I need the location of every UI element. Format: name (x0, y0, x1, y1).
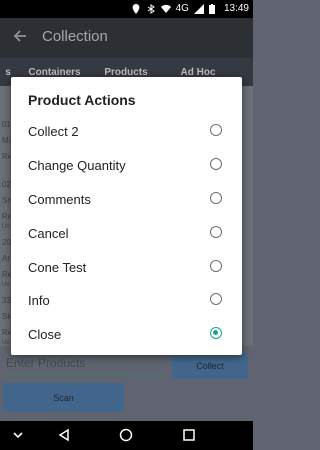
enter-products-input[interactable]: Enter Products (6, 356, 164, 375)
option-label: Comments (28, 192, 91, 207)
list-item-code: 02 (2, 180, 11, 189)
radio-button[interactable] (210, 226, 222, 238)
page-title: Collection (42, 28, 108, 45)
battery-icon (208, 3, 219, 14)
option-label: Info (28, 293, 50, 308)
option-close[interactable]: Close (11, 318, 242, 352)
radio-button[interactable] (210, 158, 222, 170)
collect-button[interactable]: Collect (172, 353, 248, 379)
option-label: Cone Test (28, 260, 87, 275)
nav-home-icon[interactable] (118, 427, 134, 443)
list-item-unit: Un (2, 224, 10, 230)
list-item-name: Ar (2, 254, 10, 263)
option-label: Change Quantity (28, 158, 126, 173)
option-cancel[interactable]: Cancel (11, 217, 242, 251)
network-type: 4G (175, 3, 189, 14)
bluetooth-icon (146, 3, 156, 14)
option-label: Collect 2 (28, 124, 79, 139)
back-arrow-icon[interactable] (12, 28, 28, 44)
status-bar: 4G 13:49 (0, 0, 253, 18)
radio-button[interactable] (210, 293, 222, 305)
radio-button[interactable] (210, 124, 222, 136)
tab-ad-hoc[interactable]: Ad Hoc (159, 67, 237, 78)
option-cone-test[interactable]: Cone Test (11, 251, 242, 285)
nav-back-icon[interactable] (56, 427, 72, 443)
navigation-bar (0, 421, 253, 450)
nav-recents-icon[interactable] (181, 427, 197, 443)
radio-button[interactable] (210, 260, 222, 272)
option-label: Cancel (28, 226, 69, 241)
location-icon (131, 3, 141, 14)
dialog-title: Product Actions (28, 92, 136, 108)
product-actions-dialog: Product Actions Collect 2 Change Quantit… (11, 77, 242, 355)
list-item-code: 01 (2, 120, 11, 129)
option-info[interactable]: Info (11, 284, 242, 318)
list-item-unit: Un (2, 340, 10, 346)
option-comments[interactable]: Comments (11, 183, 242, 217)
list-item-code: 33 (2, 296, 11, 305)
radio-button-selected[interactable] (210, 327, 222, 339)
option-collect-2[interactable]: Collect 2 (11, 115, 242, 149)
option-change-quantity[interactable]: Change Quantity (11, 149, 242, 183)
chevron-down-icon[interactable] (10, 427, 26, 443)
tab-partial[interactable]: s (0, 67, 16, 78)
scan-button[interactable]: Scan (3, 383, 124, 412)
clock: 13:49 (223, 3, 249, 14)
wifi-icon (160, 4, 171, 14)
tab-products[interactable]: Products (93, 67, 159, 78)
list-item-unit: Un (2, 282, 10, 288)
app-bar: Collection (0, 18, 253, 58)
signal-icon (193, 3, 204, 14)
list-item-code: 20 (2, 238, 11, 247)
tab-containers[interactable]: Containers (16, 67, 93, 78)
option-label: Close (28, 327, 62, 342)
radio-button[interactable] (210, 192, 222, 204)
list-item-name: Sk (2, 312, 12, 321)
